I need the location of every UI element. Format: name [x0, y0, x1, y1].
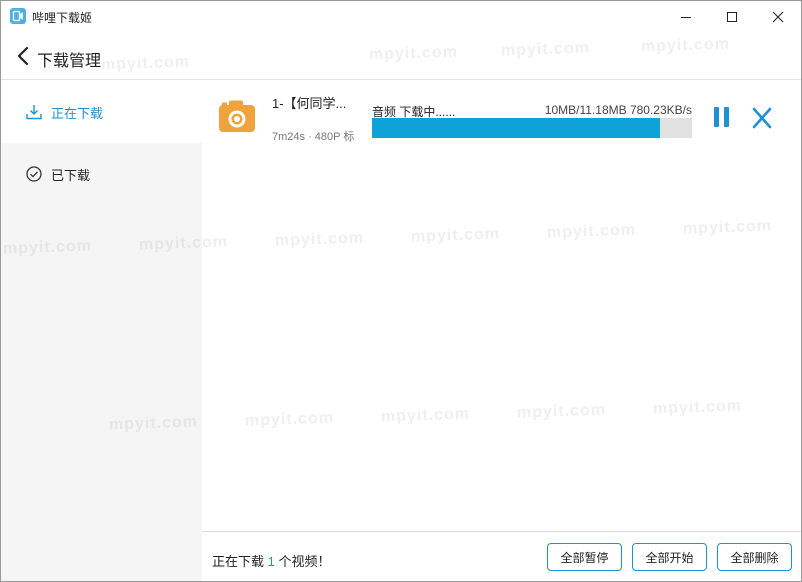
cancel-download-button[interactable]	[750, 107, 774, 129]
delete-all-button[interactable]: 全部删除	[717, 543, 792, 571]
download-icon	[25, 103, 43, 121]
download-summary: 正在下载 1 个视频！	[212, 551, 330, 570]
app-window: 哔哩下载姬 下载管理 正在下载 已下载 1-【何同学... 7m24s · 48…	[0, 0, 802, 582]
pause-icon	[723, 107, 729, 127]
pause-icon	[713, 107, 719, 127]
download-meta: 7m24s · 480P 标	[272, 131, 355, 143]
camera-icon	[218, 99, 256, 133]
chevron-left-icon	[17, 46, 29, 66]
window-title: 哔哩下载姬	[32, 11, 93, 25]
download-title: 1-【何同学...	[272, 96, 347, 111]
download-item[interactable]: 1-【何同学... 7m24s · 480P 标 音频 下载中...... 10…	[202, 81, 801, 153]
download-size: 10MB/11.18MB 780.23KB/s	[544, 103, 692, 117]
maximize-icon	[727, 11, 737, 22]
maximize-button[interactable]	[709, 1, 755, 32]
check-circle-icon	[25, 165, 43, 183]
pause-button[interactable]	[709, 107, 733, 129]
progress-fill	[372, 118, 660, 138]
summary-prefix: 正在下载	[212, 554, 268, 569]
sidebar-item-downloaded[interactable]: 已下载	[1, 143, 202, 205]
pause-all-button[interactable]: 全部暂停	[547, 543, 622, 571]
summary-count: 1	[267, 554, 275, 569]
sidebar-item-label: 已下载	[51, 167, 91, 183]
title-bar[interactable]: 哔哩下载姬	[1, 1, 801, 32]
sidebar: 正在下载 已下载	[1, 81, 202, 581]
page-title: 下载管理	[37, 53, 102, 70]
progress-bar	[372, 118, 692, 138]
sidebar-item-label: 正在下载	[51, 105, 104, 121]
close-icon	[772, 11, 784, 22]
back-button[interactable]	[15, 46, 33, 66]
minimize-icon	[681, 16, 691, 18]
minimize-button[interactable]	[663, 1, 709, 32]
close-window-button[interactable]	[755, 1, 801, 32]
page-header: 下载管理	[1, 32, 801, 80]
sidebar-item-downloading[interactable]: 正在下载	[1, 81, 202, 143]
download-list: 1-【何同学... 7m24s · 480P 标 音频 下载中...... 10…	[202, 81, 801, 531]
start-all-button[interactable]: 全部开始	[632, 543, 707, 571]
summary-suffix: 个视频！	[274, 554, 331, 569]
footer-bar: 正在下载 1 个视频！ 全部暂停 全部开始 全部删除	[202, 531, 801, 581]
close-icon	[752, 107, 772, 129]
app-logo-icon	[10, 8, 26, 24]
